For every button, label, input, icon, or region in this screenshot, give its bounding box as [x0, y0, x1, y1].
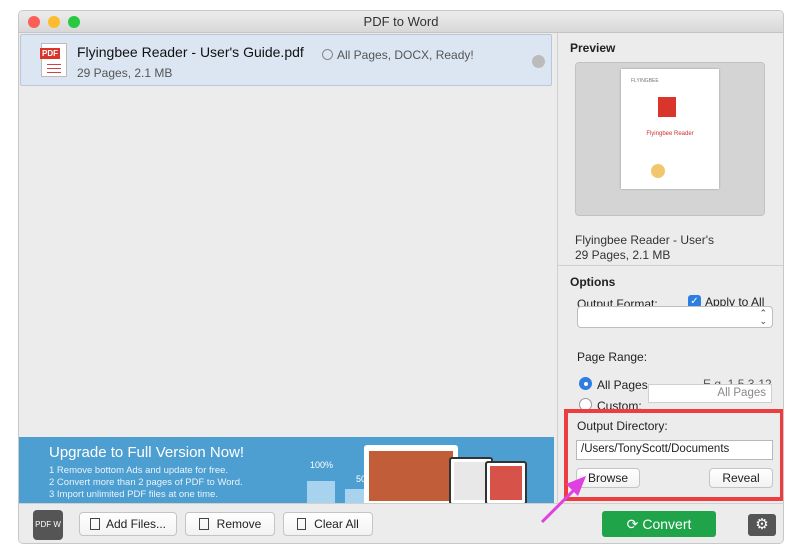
bottom-toolbar: PDF W Add Files... Remove Clear All ⟳ Con…	[19, 503, 783, 543]
file-list-item[interactable]: PDF Flyingbee Reader - User's Guide.pdf …	[20, 34, 552, 86]
banner-line-3: 3 Import unlimited PDF files at one time…	[49, 489, 218, 500]
preview-page-title: Flyingbee Reader	[646, 131, 694, 137]
clock-icon	[322, 49, 333, 60]
file-status: All Pages, DOCX, Ready!	[322, 48, 474, 62]
sidebar: Preview FLYINGBEE Flyingbee Reader Flyin…	[557, 33, 783, 503]
pdf-to-word-logo-icon: PDF W	[33, 510, 63, 540]
convert-button[interactable]: ⟳ Convert	[602, 511, 716, 537]
output-directory-field[interactable]: /Users/TonyScott/Documents	[576, 440, 773, 460]
refresh-icon: ⟳	[626, 516, 639, 532]
title-bar: PDF to Word	[19, 11, 783, 33]
add-files-button[interactable]: Add Files...	[79, 512, 177, 536]
banner-line-1: 1 Remove bottom Ads and update for free.	[49, 465, 229, 476]
options-heading: Options	[570, 275, 616, 289]
add-files-label: Add Files...	[105, 517, 167, 531]
page-range-label: Page Range:	[577, 350, 648, 364]
preview-heading: Preview	[570, 41, 616, 55]
reveal-button[interactable]: Reveal	[709, 468, 773, 488]
preview-thumbnail: FLYINGBEE Flyingbee Reader	[575, 62, 765, 216]
add-file-icon	[89, 518, 100, 530]
all-pages-radio[interactable]	[579, 377, 592, 390]
upgrade-banner[interactable]: Upgrade to Full Version Now! 1 Remove bo…	[19, 437, 554, 503]
preview-file-name: Flyingbee Reader - User's	[575, 233, 715, 247]
remove-button[interactable]: Remove	[185, 512, 275, 536]
output-format-select[interactable]: ⌃ ⌄	[577, 306, 773, 328]
file-name: Flyingbee Reader - User's Guide.pdf	[77, 44, 304, 60]
pdf-file-icon: PDF	[40, 43, 67, 77]
output-directory-highlight: Output Directory: /Users/TonyScott/Docum…	[564, 409, 783, 501]
convert-label: Convert	[642, 516, 692, 532]
preview-file-meta: 29 Pages, 2.1 MB	[575, 248, 671, 262]
minimize-window-button[interactable]	[48, 16, 60, 28]
app-logo-icon	[658, 97, 676, 117]
magnify-icon[interactable]	[532, 55, 545, 68]
window-title: PDF to Word	[363, 14, 439, 29]
banner-bar-100	[307, 481, 335, 503]
clear-all-label: Clear All	[314, 517, 359, 531]
file-status-text: All Pages, DOCX, Ready!	[337, 48, 474, 62]
bee-illustration-icon	[651, 164, 665, 178]
annotation-arrow	[540, 476, 586, 524]
remove-label: Remove	[216, 517, 262, 531]
banner-stat-100: 100%	[310, 460, 334, 470]
all-pages-label: All Pages	[597, 378, 648, 392]
banner-laptop-image	[364, 445, 458, 503]
preview-page-brand: FLYINGBEE	[631, 78, 659, 84]
banner-title: Upgrade to Full Version Now!	[49, 444, 245, 461]
file-list-pane: PDF Flyingbee Reader - User's Guide.pdf …	[19, 33, 554, 503]
app-window: PDF to Word PDF Flyingbee Reader - User'…	[18, 10, 784, 544]
custom-pages-input[interactable]: All Pages	[648, 384, 772, 403]
output-directory-label: Output Directory:	[577, 419, 668, 433]
remove-file-icon	[198, 518, 209, 530]
file-meta: 29 Pages, 2.1 MB	[77, 66, 173, 80]
clear-all-button[interactable]: Clear All	[283, 512, 373, 536]
zoom-window-button[interactable]	[68, 16, 80, 28]
banner-tablet-image-2	[485, 461, 527, 503]
preview-page: FLYINGBEE Flyingbee Reader	[621, 69, 719, 189]
banner-line-2: 2 Convert more than 2 pages of PDF to Wo…	[49, 477, 243, 488]
close-window-button[interactable]	[28, 16, 40, 28]
trash-icon	[297, 518, 307, 530]
chevron-updown-icon: ⌃ ⌄	[759, 308, 767, 326]
settings-gear-icon[interactable]: ⚙	[748, 514, 776, 536]
